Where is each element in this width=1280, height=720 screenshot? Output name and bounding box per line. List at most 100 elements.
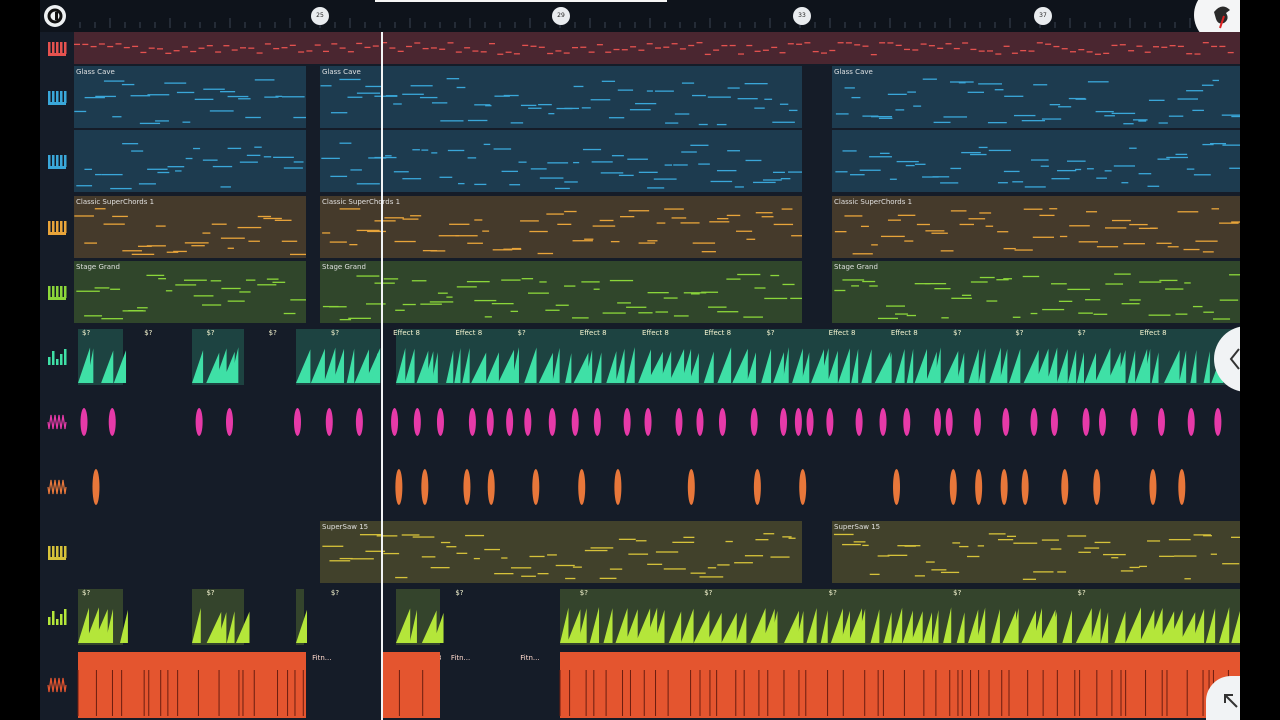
pattern-label: $? xyxy=(828,589,837,597)
playhead[interactable] xyxy=(381,32,383,720)
pattern-label: $? xyxy=(330,589,340,597)
timeline-ruler[interactable]: 25 29 33 37 xyxy=(40,0,1240,44)
piano-icon[interactable] xyxy=(40,65,74,129)
track-t9: SuperSaw 15 SuperSaw 15 xyxy=(40,520,1240,584)
bar-marker-25[interactable]: 25 xyxy=(311,7,329,25)
pattern-label: Effect 8 xyxy=(393,329,420,337)
pattern-clip[interactable]: Classic SuperChords 1 xyxy=(74,196,306,258)
clip-label: Stage Grand xyxy=(834,263,878,271)
pattern-label: $? xyxy=(1077,589,1086,597)
pattern-label: Effect 8 xyxy=(455,329,483,337)
track-lane[interactable]: $? $? $? $? $? Effect 8 Effect 8 $? Effect 8 Effe… xyxy=(74,325,1240,389)
audio-wave-icon[interactable] xyxy=(40,455,74,519)
pattern-label: Effect 8 xyxy=(704,329,732,337)
pattern-label: $? xyxy=(953,329,962,337)
track-t4: Classic SuperChords 1 Classic SuperChords… xyxy=(40,195,1240,259)
pattern-label: Effect 8 xyxy=(1139,329,1167,337)
ruler-ticks xyxy=(79,18,1236,28)
pattern-clip[interactable] xyxy=(832,130,1240,192)
piano-icon[interactable] xyxy=(40,520,74,584)
pattern-clip[interactable]: SuperSaw 15 xyxy=(320,521,802,583)
clip-label: Glass Cave xyxy=(76,68,115,76)
pattern-label: $? xyxy=(268,329,277,337)
track-t1 xyxy=(40,32,1240,64)
pattern-label: $? xyxy=(82,589,91,597)
track-t8 xyxy=(40,455,1240,519)
pattern-clip[interactable]: Glass Cave xyxy=(74,66,306,128)
clip-label: Classic SuperChords 1 xyxy=(322,198,401,206)
pattern-label: $? xyxy=(704,589,713,597)
piano-icon[interactable] xyxy=(40,129,74,193)
pattern-clip[interactable]: SuperSaw 15 xyxy=(832,521,1240,583)
pattern-label: $? xyxy=(1077,329,1086,337)
piano-icon[interactable] xyxy=(40,195,74,259)
drum-pattern-icon[interactable] xyxy=(40,585,74,649)
track-lane[interactable]: SuperSaw 15 SuperSaw 15 xyxy=(74,520,1240,584)
app-logo-icon[interactable] xyxy=(44,5,66,27)
track-t11: Fitn...Fitn...Fitn...Fitn...Fitness g...… xyxy=(40,650,1240,720)
track-lane[interactable] xyxy=(74,32,1240,64)
clip-label: SuperSaw 15 xyxy=(834,523,881,531)
pattern-clip[interactable]: Stage Grand xyxy=(320,261,802,323)
pattern-label: $? xyxy=(579,589,588,597)
pattern-label: Effect 8 xyxy=(890,329,918,337)
pattern-label: Effect 8 xyxy=(642,329,669,337)
pattern-clip[interactable]: Glass Cave xyxy=(832,66,1240,128)
pattern-label: $? xyxy=(455,589,464,597)
piano-icon[interactable] xyxy=(40,260,74,324)
clip-label: Glass Cave xyxy=(834,68,873,76)
track-lane[interactable]: Stage Grand Stage Grand Stage Grand xyxy=(74,260,1240,324)
track-lane[interactable] xyxy=(74,390,1240,454)
pattern-label: Effect 8 xyxy=(579,329,607,337)
pattern-label: $? xyxy=(330,329,340,337)
pattern-clip[interactable]: Classic SuperChords 1 xyxy=(832,196,1240,258)
pattern-clip[interactable] xyxy=(74,130,306,192)
pattern-clip[interactable]: Glass Cave xyxy=(320,66,802,128)
audio-wave-icon[interactable] xyxy=(40,390,74,454)
bar-marker-37[interactable]: 37 xyxy=(1034,7,1052,25)
left-letterbox xyxy=(0,0,40,720)
pattern-clip[interactable]: Stage Grand xyxy=(74,261,306,323)
piano-icon[interactable] xyxy=(40,32,74,64)
pattern-label: Effect 8 xyxy=(828,329,856,337)
pattern-label: $? xyxy=(206,329,215,337)
track-lane[interactable]: Glass Cave Glass Cave Glass Cave xyxy=(74,65,1240,129)
chevron-left-icon xyxy=(1229,348,1240,370)
pattern-label: $? xyxy=(1015,329,1024,337)
clip-label: Stage Grand xyxy=(322,263,366,271)
bar-marker-33[interactable]: 33 xyxy=(793,7,811,25)
clip-label: Classic SuperChords 1 xyxy=(76,198,155,206)
track-t7 xyxy=(40,390,1240,454)
pattern-label: $? xyxy=(766,329,775,337)
track-t10: $? $? $? $? $? $? $? $? $? xyxy=(40,585,1240,649)
pattern-label: $? xyxy=(82,329,91,337)
track-t2: Glass Cave Glass Cave Glass Cave xyxy=(40,65,1240,129)
right-letterbox xyxy=(1240,0,1280,720)
drum-pattern-icon[interactable] xyxy=(40,325,74,389)
track-lane[interactable]: $? $? $? $? $? $? $? $? $? xyxy=(74,585,1240,649)
pattern-clip[interactable] xyxy=(320,130,802,192)
track-lane[interactable]: Classic SuperChords 1 Classic SuperChords… xyxy=(74,195,1240,259)
track-lane[interactable] xyxy=(74,129,1240,193)
track-list: Glass Cave Glass Cave Glass Cave Classic Su… xyxy=(40,32,1240,720)
clip-label: Stage Grand xyxy=(76,263,120,271)
track-lane[interactable] xyxy=(74,455,1240,519)
clip-label: Glass Cave xyxy=(322,68,361,76)
clip-label: SuperSaw 15 xyxy=(322,523,369,531)
sequencer-app: 25 29 33 37 Glass Cave Glass Cave Glass Ca… xyxy=(40,0,1240,720)
scroll-position-bar[interactable] xyxy=(375,0,667,2)
pattern-label: $? xyxy=(517,329,526,337)
track-t6: $? $? $? $? $? Effect 8 Effect 8 $? Effect 8 Effe… xyxy=(40,325,1240,389)
clip-label: Classic SuperChords 1 xyxy=(834,198,913,206)
pattern-label: $? xyxy=(144,329,153,337)
pattern-clip[interactable]: Stage Grand xyxy=(832,261,1240,323)
pattern-label: $? xyxy=(206,589,215,597)
audio-wave-icon[interactable] xyxy=(40,650,74,720)
pattern-label: $? xyxy=(953,589,962,597)
arrow-up-left-icon xyxy=(1224,694,1238,708)
track-lane[interactable]: Fitn...Fitn...Fitn...Fitn...Fitness g...… xyxy=(74,650,1240,720)
track-t5: Stage Grand Stage Grand Stage Grand xyxy=(40,260,1240,324)
bar-marker-29[interactable]: 29 xyxy=(552,7,570,25)
track-t3 xyxy=(40,129,1240,193)
pattern-clip[interactable]: Classic SuperChords 1 xyxy=(320,196,802,258)
